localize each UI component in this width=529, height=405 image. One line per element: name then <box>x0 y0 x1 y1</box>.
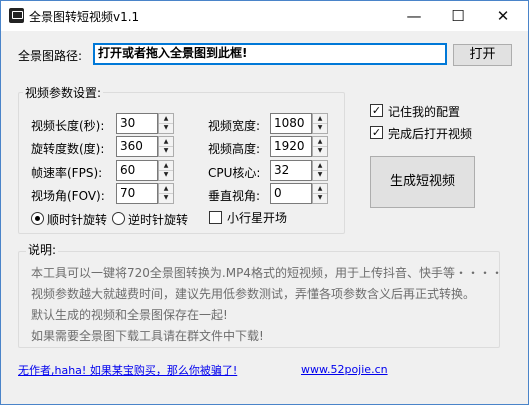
cpu-cores-label: CPU核心: <box>208 166 261 180</box>
maximize-button[interactable]: ☐ <box>436 1 480 31</box>
vertical-angle-spinner[interactable]: 0 ▲ ▼ <box>270 183 328 204</box>
params-group-title: 视频参数设置: <box>23 84 104 101</box>
spin-buttons: ▲ ▼ <box>312 136 328 157</box>
spin-buttons: ▲ ▼ <box>158 183 174 204</box>
remember-config-checkbox[interactable]: ✓ <box>370 104 383 117</box>
description-line: 视频参数越大就越费时间，建议先用低参数测试，弄懂各项参数含义后再正式转换。 <box>31 287 476 301</box>
client-area: 全景图路径: 打开或者拖入全景图到此框! 打开 视频参数设置: 视频长度(秒):… <box>1 31 528 404</box>
vertical-angle-value[interactable]: 0 <box>270 183 312 204</box>
spin-buttons: ▲ ▼ <box>312 160 328 181</box>
description-line: 如果需要全景图下载工具请在群文件中下载! <box>31 329 264 343</box>
open-after-checkbox[interactable]: ✓ <box>370 126 383 139</box>
counterclockwise-radio[interactable] <box>112 212 125 225</box>
website-link[interactable]: www.52pojie.cn <box>301 363 388 376</box>
video-length-spinner[interactable]: 30 ▲ ▼ <box>116 113 174 134</box>
spin-buttons: ▲ ▼ <box>158 113 174 134</box>
checkmark-icon: ✓ <box>371 126 382 139</box>
down-arrow-icon[interactable]: ▼ <box>313 170 327 179</box>
down-arrow-icon[interactable]: ▼ <box>313 123 327 132</box>
vertical-angle-label: 垂直视角: <box>208 189 261 203</box>
path-input[interactable]: 打开或者拖入全景图到此框! <box>93 43 447 65</box>
window-title: 全景图转短视频v1.1 <box>29 10 140 24</box>
rotation-value[interactable]: 360 <box>116 136 158 157</box>
video-width-value[interactable]: 1080 <box>270 113 312 134</box>
spin-buttons: ▲ ▼ <box>158 160 174 181</box>
spin-buttons: ▲ ▼ <box>312 183 328 204</box>
video-length-label: 视频长度(秒): <box>31 119 105 133</box>
video-height-label: 视频高度: <box>208 142 261 156</box>
description-title: 说明: <box>26 241 59 258</box>
little-planet-label[interactable]: 小行星开场 <box>227 209 287 226</box>
rotation-label: 旋转度数(度): <box>31 142 105 156</box>
down-arrow-icon[interactable]: ▼ <box>313 193 327 202</box>
counterclockwise-label[interactable]: 逆时针旋转 <box>128 211 188 228</box>
video-height-value[interactable]: 1920 <box>270 136 312 157</box>
title-bar[interactable]: 全景图转短视频v1.1 — ☐ ✕ <box>1 1 528 31</box>
description-line: 默认生成的视频和全景图保存在一起! <box>31 308 228 322</box>
remember-config-label[interactable]: 记住我的配置 <box>388 103 460 120</box>
app-window: 全景图转短视频v1.1 — ☐ ✕ 全景图路径: 打开或者拖入全景图到此框! 打… <box>0 0 529 405</box>
fov-label: 视场角(FOV): <box>31 189 105 203</box>
spin-buttons: ▲ ▼ <box>312 113 328 134</box>
description-line: 本工具可以一键将720全景图转换为.MP4格式的短视频，用于上传抖音、快手等・・… <box>31 266 503 280</box>
video-width-label: 视频宽度: <box>208 119 261 133</box>
checkmark-icon: ✓ <box>371 104 382 117</box>
fov-spinner[interactable]: 70 ▲ ▼ <box>116 183 174 204</box>
fps-label: 帧速率(FPS): <box>31 166 103 180</box>
open-after-label[interactable]: 完成后打开视频 <box>388 125 472 142</box>
clockwise-label[interactable]: 顺时针旋转 <box>47 211 107 228</box>
down-arrow-icon[interactable]: ▼ <box>313 146 327 155</box>
rotation-spinner[interactable]: 360 ▲ ▼ <box>116 136 174 157</box>
video-length-value[interactable]: 30 <box>116 113 158 134</box>
cpu-cores-value[interactable]: 32 <box>270 160 312 181</box>
video-height-spinner[interactable]: 1920 ▲ ▼ <box>270 136 328 157</box>
down-arrow-icon[interactable]: ▼ <box>159 123 173 132</box>
fov-value[interactable]: 70 <box>116 183 158 204</box>
clockwise-radio[interactable] <box>31 212 44 225</box>
author-link[interactable]: 无作者,haha! 如果某宝购买，那么你被骗了! <box>18 362 237 378</box>
cpu-cores-spinner[interactable]: 32 ▲ ▼ <box>270 160 328 181</box>
open-button[interactable]: 打开 <box>453 44 512 66</box>
down-arrow-icon[interactable]: ▼ <box>159 170 173 179</box>
video-width-spinner[interactable]: 1080 ▲ ▼ <box>270 113 328 134</box>
minimize-button[interactable]: — <box>392 1 436 31</box>
down-arrow-icon[interactable]: ▼ <box>159 146 173 155</box>
fps-value[interactable]: 60 <box>116 160 158 181</box>
fps-spinner[interactable]: 60 ▲ ▼ <box>116 160 174 181</box>
close-button[interactable]: ✕ <box>481 1 525 31</box>
spin-buttons: ▲ ▼ <box>158 136 174 157</box>
down-arrow-icon[interactable]: ▼ <box>159 193 173 202</box>
little-planet-checkbox[interactable] <box>209 211 222 224</box>
app-icon <box>9 8 24 23</box>
path-label: 全景图路径: <box>18 49 83 63</box>
generate-button[interactable]: 生成短视频 <box>370 156 475 208</box>
